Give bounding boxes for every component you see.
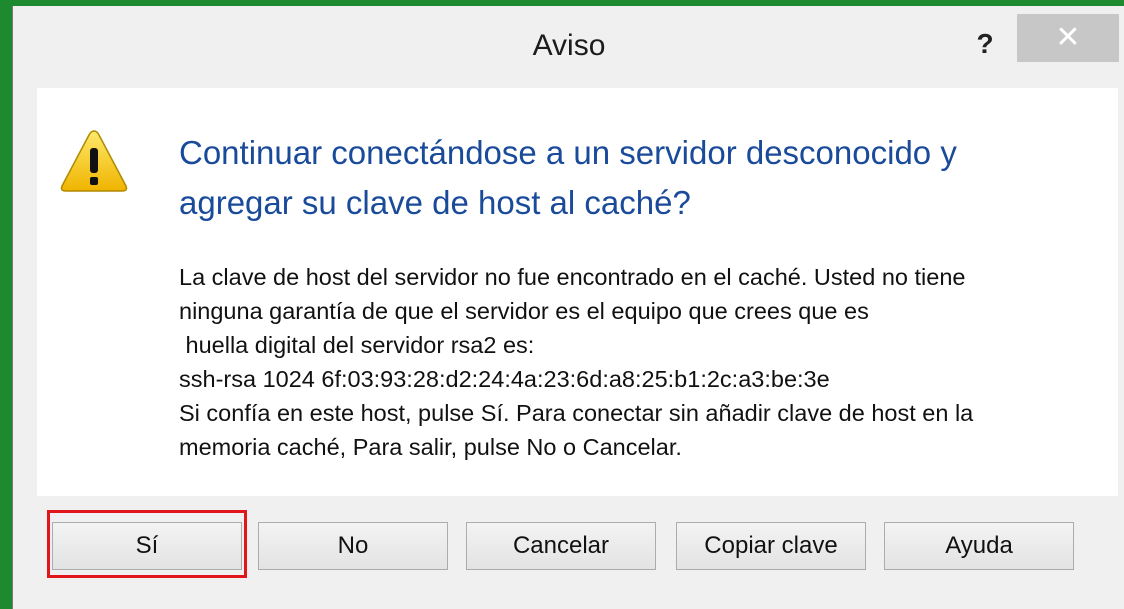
detail-line: huella digital del servidor rsa2 es: bbox=[179, 332, 535, 358]
main-instruction: Continuar conectándose a un servidor des… bbox=[179, 128, 1079, 228]
detail-text: La clave de host del servidor no fue enc… bbox=[179, 260, 1114, 464]
message-panel: Continuar conectándose a un servidor des… bbox=[37, 88, 1118, 496]
detail-line: memoria caché, Para salir, pulse No o Ca… bbox=[179, 434, 682, 460]
copy-key-button[interactable]: Copiar clave bbox=[676, 522, 866, 570]
fingerprint-line: ssh-rsa 1024 6f:03:93:28:d2:24:4a:23:6d:… bbox=[179, 366, 830, 392]
title-bar[interactable]: Aviso ? ✕ bbox=[13, 6, 1124, 86]
instruction-line: Continuar conectándose a un servidor des… bbox=[179, 134, 957, 171]
close-icon: ✕ bbox=[1055, 21, 1081, 54]
warning-dialog: Aviso ? ✕ Continuar conectándose a un se… bbox=[12, 6, 1124, 609]
detail-line: Si confía en este host, pulse Sí. Para c… bbox=[179, 400, 974, 426]
close-button[interactable]: ✕ bbox=[1017, 14, 1119, 62]
warning-icon bbox=[60, 130, 128, 192]
no-button[interactable]: No bbox=[258, 522, 448, 570]
help-icon[interactable]: ? bbox=[957, 20, 1013, 68]
detail-line: La clave de host del servidor no fue enc… bbox=[179, 264, 966, 290]
instruction-line: agregar su clave de host al caché? bbox=[179, 184, 691, 221]
yes-button[interactable]: Sí bbox=[52, 522, 242, 570]
help-button[interactable]: Ayuda bbox=[884, 522, 1074, 570]
detail-line: ninguna garantía de que el servidor es e… bbox=[179, 298, 869, 324]
cancel-button[interactable]: Cancelar bbox=[466, 522, 656, 570]
